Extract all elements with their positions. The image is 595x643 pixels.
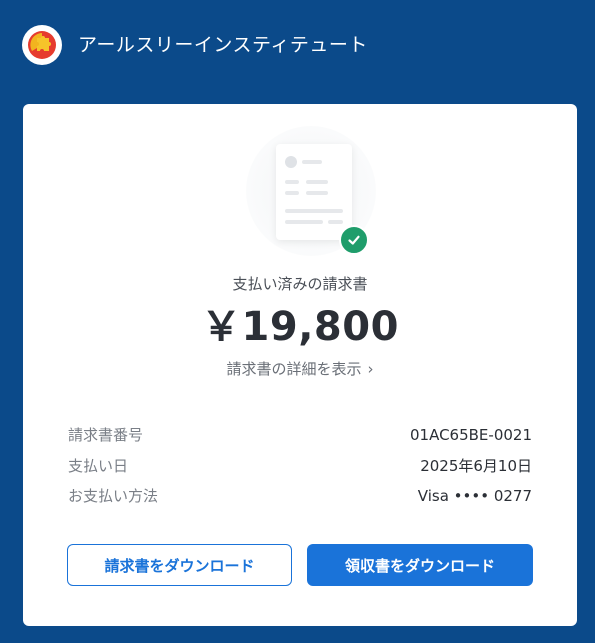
download-receipt-button[interactable]: 領収書をダウンロード <box>307 544 533 586</box>
header-bar: アールスリーインスティテュート <box>0 0 595 88</box>
payment-method-row: お支払い方法 Visa •••• 0277 <box>68 485 532 507</box>
invoice-amount: ￥19,800 <box>201 304 399 350</box>
payment-method-label: お支払い方法 <box>68 487 159 505</box>
paid-invoice-illustration <box>236 124 386 259</box>
invoice-card: 支払い済みの請求書 ￥19,800 請求書の詳細を表示 › 請求書番号 01AC6… <box>23 104 577 626</box>
invoice-number-label: 請求書番号 <box>68 426 144 444</box>
payment-date-label: 支払い日 <box>68 457 129 475</box>
invoice-number-value: 01AC65BE-0021 <box>410 426 532 444</box>
check-icon <box>339 225 369 255</box>
document-icon <box>276 144 352 240</box>
invoice-status-label: 支払い済みの請求書 <box>232 275 368 293</box>
invoice-number-row: 請求書番号 01AC65BE-0021 <box>68 424 532 446</box>
payment-date-value: 2025年6月10日 <box>420 457 532 475</box>
puzzle-logo-icon <box>22 25 62 65</box>
chevron-right-icon: › <box>367 360 374 378</box>
view-invoice-details-link[interactable]: 請求書の詳細を表示 › <box>23 358 577 379</box>
company-name: アールスリーインスティテュート <box>78 34 368 56</box>
details-link-label: 請求書の詳細を表示 <box>226 360 362 378</box>
payment-method-value: Visa •••• 0277 <box>417 487 532 505</box>
payment-date-row: 支払い日 2025年6月10日 <box>68 455 532 477</box>
download-invoice-button[interactable]: 請求書をダウンロード <box>67 544 292 586</box>
